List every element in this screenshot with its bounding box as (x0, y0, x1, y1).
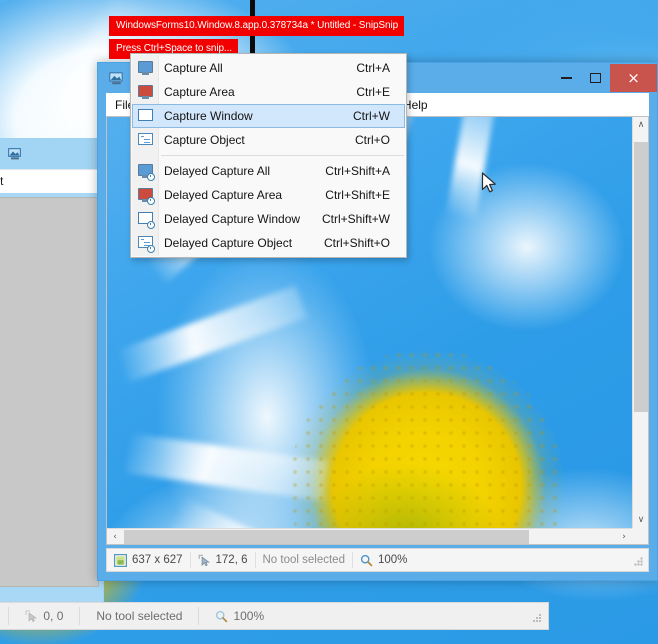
close-icon: × (627, 68, 640, 87)
vertical-scroll-thumb[interactable] (634, 142, 648, 412)
background-window-menubar[interactable]: File Edit (0, 169, 103, 193)
cursor-position-icon (198, 554, 210, 566)
minimize-icon (561, 77, 572, 79)
flower-center-texture (289, 349, 565, 544)
background-status-tool-label: No tool selected (96, 609, 183, 623)
menu-item-label: Capture All (164, 61, 223, 75)
menu-item-shortcut: Ctrl+O (354, 133, 390, 147)
main-statusbar: 637 x 627 172, 6 No tool selected 100% (106, 548, 649, 572)
background-status-coords: 0, 0 (17, 609, 71, 623)
menu-item-shortcut: Ctrl+E (356, 85, 390, 99)
scroll-left-button[interactable]: ‹ (107, 529, 123, 544)
status-tool-label: No tool selected (262, 554, 345, 566)
status-divider (8, 607, 10, 625)
status-zoom-label: 100% (377, 554, 408, 566)
status-zoom: 100% (353, 549, 414, 571)
menu-item-shortcut: Ctrl+Shift+E (325, 188, 390, 202)
status-image-size-label: 637 x 627 (132, 554, 183, 566)
window-icon (133, 108, 159, 124)
status-image-size: 637 x 627 (107, 549, 190, 571)
scrollbar-corner (632, 528, 648, 544)
status-divider (79, 607, 81, 625)
background-menu-edit[interactable]: Edit (0, 176, 3, 188)
menu-item-capture-object[interactable]: Capture Object Ctrl+O (132, 128, 405, 152)
menu-item-shortcut: Ctrl+A (356, 61, 390, 75)
menu-item-shortcut: Ctrl+Shift+W (321, 212, 390, 226)
resize-grip[interactable] (633, 556, 644, 567)
menu-item-delayed-capture-object[interactable]: Delayed Capture Object Ctrl+Shift+O (132, 231, 405, 255)
menu-item-shortcut: Ctrl+W (353, 109, 390, 123)
magnifier-icon (360, 554, 373, 566)
desktop-screen: File Edit No image 0, 0 No tool selected (0, 0, 658, 644)
menu-item-capture-all[interactable]: Capture All Ctrl+A (132, 56, 405, 80)
maximize-button[interactable] (581, 64, 610, 92)
background-status-tool: No tool selected (88, 609, 190, 623)
object-list-clock-icon (133, 235, 159, 253)
background-window-canvas[interactable] (0, 197, 99, 587)
menu-item-label: Capture Object (164, 133, 245, 147)
status-tool: No tool selected (256, 549, 352, 571)
image-size-icon (114, 553, 127, 567)
background-statusbar: No image 0, 0 No tool selected 100% (0, 602, 549, 630)
monitor-red-clock-icon (133, 187, 159, 205)
menu-item-label: Capture Window (164, 109, 253, 123)
capture-dropdown-menu[interactable]: Capture All Ctrl+A Capture Area Ctrl+E C… (130, 53, 407, 258)
menu-item-capture-window[interactable]: Capture Window Ctrl+W (132, 104, 405, 128)
menu-item-label: Delayed Capture Area (164, 188, 283, 202)
menu-item-shortcut: Ctrl+Shift+O (323, 236, 390, 250)
minimize-button[interactable] (552, 64, 581, 92)
maximize-icon (590, 73, 601, 83)
menu-item-label: Delayed Capture Object (164, 236, 293, 250)
menu-item-delayed-capture-all[interactable]: Delayed Capture All Ctrl+Shift+A (132, 159, 405, 183)
menu-item-label: Delayed Capture Window (164, 212, 301, 226)
menu-item-label: Capture Area (164, 85, 235, 99)
monitor-blue-icon (133, 60, 159, 76)
menu-item-delayed-capture-window[interactable]: Delayed Capture Window Ctrl+Shift+W (132, 207, 405, 231)
menu-item-capture-area[interactable]: Capture Area Ctrl+E (132, 80, 405, 104)
status-coords: 172, 6 (191, 549, 255, 571)
close-button[interactable]: × (610, 64, 657, 92)
background-status-coords-label: 0, 0 (43, 609, 64, 623)
menu-item-label: Delayed Capture All (164, 164, 271, 178)
monitor-red-icon (133, 84, 159, 100)
menu-separator (161, 155, 404, 156)
horizontal-scrollbar[interactable]: ‹ › (107, 528, 632, 544)
window-controls: × (552, 64, 657, 92)
magnifier-icon (216, 610, 228, 622)
background-window-titlebar[interactable] (0, 139, 103, 169)
menu-item-shortcut: Ctrl+Shift+A (325, 164, 390, 178)
background-status-zoom: 100% (207, 609, 272, 623)
scroll-right-button[interactable]: › (616, 529, 632, 544)
menu-item-delayed-capture-area[interactable]: Delayed Capture Area Ctrl+Shift+E (132, 183, 405, 207)
scroll-up-button[interactable]: ∧ (633, 117, 648, 133)
background-window[interactable]: File Edit (0, 138, 104, 630)
tooltip-target-info: WindowsForms10.Window.8.app.0.378734a * … (109, 16, 405, 36)
status-divider (198, 607, 200, 625)
background-status-zoom-label: 100% (233, 609, 265, 623)
vertical-scrollbar[interactable]: ∧ ∨ (632, 117, 648, 528)
object-list-icon (133, 132, 159, 148)
horizontal-scroll-thumb[interactable] (124, 530, 529, 544)
window-clock-icon (133, 211, 159, 229)
snipsnip-app-icon (7, 146, 23, 162)
cursor-position-icon (25, 610, 38, 622)
monitor-blue-clock-icon (133, 163, 159, 181)
scroll-down-button[interactable]: ∨ (633, 512, 648, 528)
status-coords-label: 172, 6 (215, 554, 248, 566)
resize-grip[interactable] (531, 612, 543, 624)
